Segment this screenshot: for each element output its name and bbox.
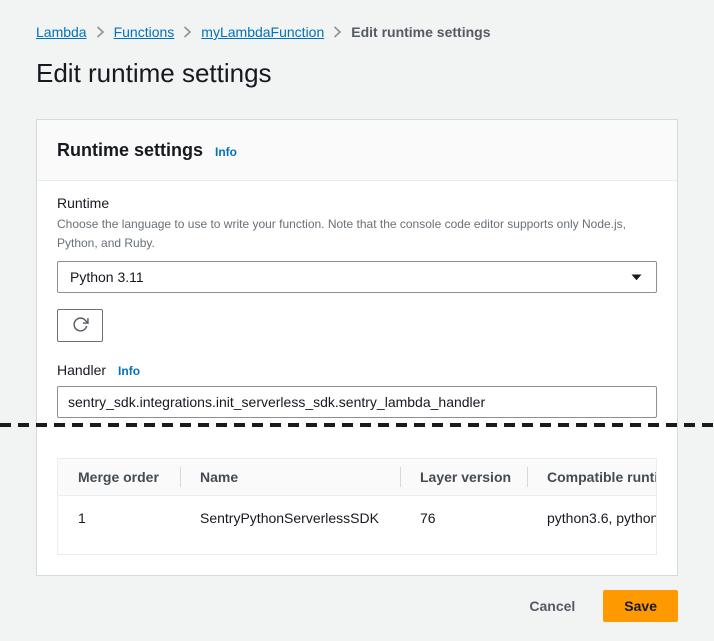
- cell-name: SentryPythonServerlessSDK: [180, 495, 400, 554]
- save-button[interactable]: Save: [603, 590, 678, 622]
- table-row[interactable]: 1 SentryPythonServerlessSDK 76 python3.6…: [58, 495, 657, 554]
- screenshot-cut-dashed-line: [0, 423, 714, 427]
- chevron-right-icon: [96, 26, 105, 38]
- cell-merge-order: 1: [58, 495, 180, 554]
- layers-table: Merge order Name Layer version Compatibl…: [57, 458, 657, 555]
- runtime-select-value: Python 3.11: [70, 269, 144, 285]
- col-header-compatible-runtimes: Compatible runtim: [527, 459, 657, 495]
- table-header-row: Merge order Name Layer version Compatibl…: [58, 459, 657, 495]
- col-header-layer-version: Layer version: [400, 459, 527, 495]
- breadcrumb-link-functions[interactable]: Functions: [114, 22, 175, 42]
- panel-title: Runtime settings: [57, 138, 203, 162]
- handler-label: Handler: [57, 360, 106, 380]
- edit-runtime-settings-page: Lambda Functions myLambdaFunction Edit r…: [0, 0, 714, 641]
- page-title: Edit runtime settings: [36, 58, 678, 89]
- handler-info-link[interactable]: Info: [118, 364, 140, 378]
- panel-header: Runtime settings Info: [37, 120, 677, 181]
- panel-info-link[interactable]: Info: [215, 145, 237, 159]
- panel-body: Runtime Choose the language to use to wr…: [37, 181, 677, 575]
- refresh-icon: [72, 316, 89, 336]
- breadcrumb-link-function-name[interactable]: myLambdaFunction: [201, 22, 324, 42]
- chevron-right-icon: [183, 26, 192, 38]
- breadcrumb-current: Edit runtime settings: [351, 22, 490, 42]
- handler-input[interactable]: [57, 386, 657, 418]
- col-header-merge-order: Merge order: [58, 459, 180, 495]
- runtime-field: Runtime Choose the language to use to wr…: [57, 193, 657, 342]
- cell-layer-version: 76: [400, 495, 527, 554]
- caret-down-icon: [631, 274, 642, 281]
- breadcrumb-link-lambda[interactable]: Lambda: [36, 22, 87, 42]
- footer-actions: Cancel Save: [36, 590, 678, 622]
- cell-compatible-runtimes: python3.6, python: [527, 495, 657, 554]
- breadcrumb: Lambda Functions myLambdaFunction Edit r…: [36, 0, 678, 42]
- runtime-description: Choose the language to use to write your…: [57, 215, 653, 253]
- handler-label-row: Handler Info: [57, 360, 657, 380]
- refresh-runtimes-button[interactable]: [57, 309, 103, 342]
- handler-field: Handler Info: [57, 360, 657, 418]
- runtime-select[interactable]: Python 3.11: [57, 261, 657, 293]
- col-header-name: Name: [180, 459, 400, 495]
- runtime-settings-panel: Runtime settings Info Runtime Choose the…: [36, 119, 678, 576]
- cancel-button[interactable]: Cancel: [529, 598, 575, 614]
- runtime-label: Runtime: [57, 193, 657, 213]
- chevron-right-icon: [333, 26, 342, 38]
